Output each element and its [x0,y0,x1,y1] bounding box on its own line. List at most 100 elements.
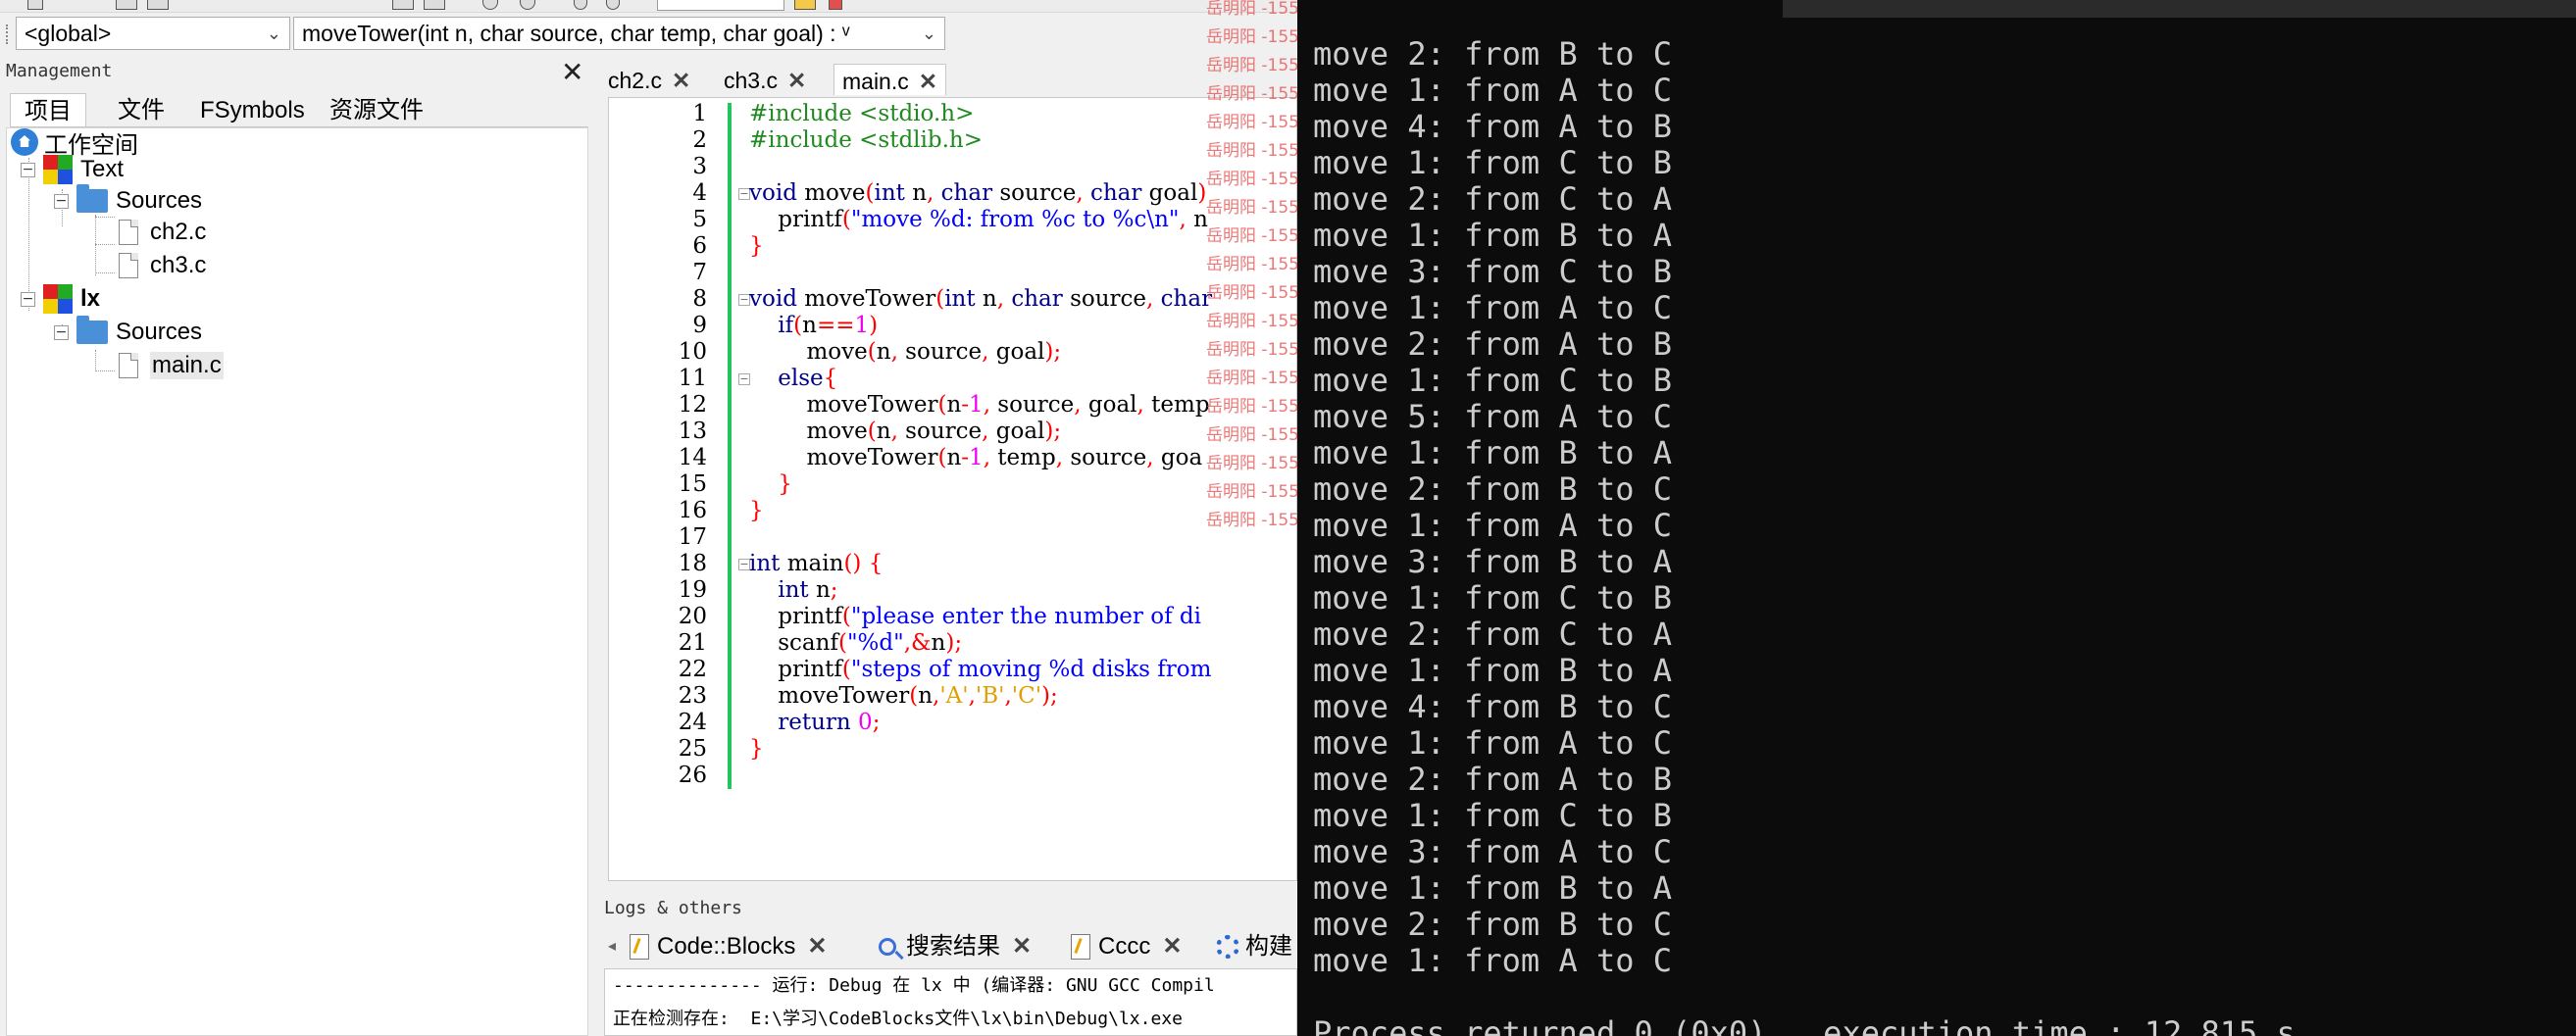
close-icon[interactable]: ✕ [787,68,806,93]
tab-files[interactable]: 文件 [104,93,178,126]
tree-file-ch3[interactable]: ch3.c [119,250,206,281]
tab-resources[interactable]: 资源文件 [316,93,437,126]
code-editor[interactable]: 1 2 3 4 5 6 7 8 9 10 11 12 13 14 15 16 17 18 19 20 21 22 23 24 2… [608,97,1297,881]
editor-tab[interactable]: ch2.c ✕ [600,64,698,95]
close-icon[interactable]: ✕ [672,68,690,93]
toolbar-grip[interactable] [6,25,12,44]
file-icon [119,253,138,278]
console-output-line: move 2: from B to C [1313,470,1673,508]
chevron-down-icon[interactable]: ⌄ [267,18,281,49]
console-output-line: move 1: from A to C [1313,289,1673,326]
console-output-line: move 1: from A to C [1313,72,1673,109]
toolbar-search-input[interactable] [657,0,784,11]
console-output-line: move 1: from C to B [1313,579,1673,617]
close-icon[interactable]: ✕ [1162,928,1182,965]
toolbar-layout2-icon[interactable] [424,0,445,10]
code-line: moveTower(n-1, source, goal, temp [749,392,1210,418]
code-line: } [749,233,764,259]
line-number: 17 [678,524,707,550]
watermark-text: 岳明阳 -155 - 932 [1206,56,1297,75]
highlight-icon[interactable] [794,0,816,10]
console-output-line: move 1: from A to C [1313,507,1673,544]
log-line: 正在检测存在: E:\学习\CodeBlocks文件\lx\bin\Debug\… [613,1009,1183,1029]
project-icon [43,284,73,314]
pencil-icon [1071,934,1090,960]
code-line: move(n, source, goal); [749,339,1062,365]
line-number: 16 [678,498,707,523]
code-line: moveTower(n-1, temp, source, goa [749,445,1203,470]
editor-panel: ch2.c ✕ ch3.c ✕ main.c ✕ 1 2 3 4 5 6 7 8 9 10 11 12 13 1… [600,58,1297,886]
watermark-text: 岳明阳 -155 - 932 [1206,511,1297,530]
undo-icon[interactable] [574,0,587,10]
tree-project-lx[interactable]: − lx [21,283,100,315]
console-output-line: move 3: from B to A [1313,543,1673,580]
file-label: ch3.c [150,252,207,278]
logs-title: Logs & others [604,898,742,918]
logs-tab-build[interactable]: 构建 [1216,929,1292,964]
code-line: printf("please enter the number of di [749,604,1201,629]
watermark-text: 岳明阳 -155 - 932 [1206,397,1297,417]
tree-file-ch2[interactable]: ch2.c [119,217,206,248]
code-completion-toolbar: <global> ⌄ moveTower(int n, char source,… [0,13,1297,56]
console-output-line: move 4: from A to B [1313,108,1673,145]
console-output-line: move 5: from A to C [1313,398,1673,435]
zoom-out-icon[interactable] [520,0,535,10]
console-output-line: move 2: from B to C [1313,35,1673,73]
close-icon[interactable]: ✕ [919,69,937,94]
line-number: 12 [678,392,707,418]
watermark-text: 岳明阳 -155 - 932 [1206,425,1297,445]
toolbar-window-icon[interactable] [147,0,169,10]
zoom-in-icon[interactable] [482,0,498,10]
code-line: printf("steps of moving %d disks from [749,657,1212,682]
console-output-line: move 4: from B to C [1313,688,1673,725]
redo-icon[interactable] [606,0,620,10]
collapse-toggle[interactable]: − [54,193,69,209]
function-combo-value: moveTower(int n, char source, char temp,… [302,21,850,46]
logs-output: -------------- 运行: Debug 在 lx 中 (编译器: GN… [604,968,1297,1036]
watermark-text: 岳明阳 -155 - 932 [1206,454,1297,473]
logs-tab-cccc[interactable]: Cccc ✕ [1071,929,1182,964]
line-number: 4 [692,180,707,206]
toolbar-tool-icon[interactable] [27,0,43,10]
marker-icon[interactable] [829,0,842,10]
code-line: void move(int n, char source, char goal) [749,180,1207,206]
logs-tabs: ◂ Code::Blocks ✕ 搜索结果 ✕ Cccc ✕ 构建 [598,929,1297,964]
watermark-text: 岳明阳 -155 - 932 [1206,255,1297,274]
log-line: -------------- 运行: Debug 在 lx 中 (编译器: GN… [613,975,1215,996]
close-icon[interactable]: ✕ [807,928,827,965]
scope-combo[interactable]: <global> ⌄ [16,17,290,50]
toolbar-grid-icon[interactable] [116,0,137,10]
line-number: 15 [678,471,707,497]
editor-tab-active[interactable]: main.c ✕ [833,64,947,95]
editor-tab[interactable]: ch3.c ✕ [716,64,814,95]
collapse-toggle[interactable]: − [21,162,35,177]
watermark-text: 岳明阳 -155 - 932 [1206,113,1297,132]
tree-folder-sources[interactable]: − Sources [54,316,202,348]
code-line: move(n, source, goal); [749,419,1062,444]
logs-tab-search[interactable]: 搜索结果 ✕ [879,929,1032,964]
workspace-icon [11,128,38,156]
collapse-toggle[interactable]: − [21,291,35,307]
scroll-left-icon[interactable]: ◂ [608,929,616,964]
close-icon[interactable]: ✕ [561,56,583,88]
project-tree: 工作空间 − Text − Sources ch2.c ch3.c − lx −… [6,127,588,1036]
line-number: 9 [692,313,707,338]
folder-icon [76,184,108,213]
watermark-text: 岳明阳 -155 - 932 [1206,340,1297,360]
close-icon[interactable]: ✕ [1012,928,1032,965]
toolbar-layout-icon[interactable] [392,0,414,10]
watermark-text: 岳明阳 -155 - 932 [1206,84,1297,104]
console-window[interactable]: move 2: from B to Cmove 1: from A to Cmo… [1297,0,2576,1036]
tree-file-main[interactable]: main.c [119,350,224,381]
logs-tab-codeblocks[interactable]: Code::Blocks ✕ [630,929,828,964]
code-line: int main() { [749,551,884,576]
watermark-text: 岳明阳 -155 - 932 [1206,312,1297,331]
tree-folder-sources[interactable]: − Sources [54,184,202,217]
tree-project-text[interactable]: − Text [21,154,124,185]
function-combo[interactable]: moveTower(int n, char source, char temp,… [293,17,945,50]
tab-projects[interactable]: 项目 [10,93,86,126]
collapse-toggle[interactable]: − [54,324,69,340]
code-line: moveTower(n,'A','B','C'); [749,683,1058,709]
tab-fsymbols[interactable]: FSymbols [186,93,319,126]
chevron-down-icon[interactable]: ⌄ [922,18,936,49]
